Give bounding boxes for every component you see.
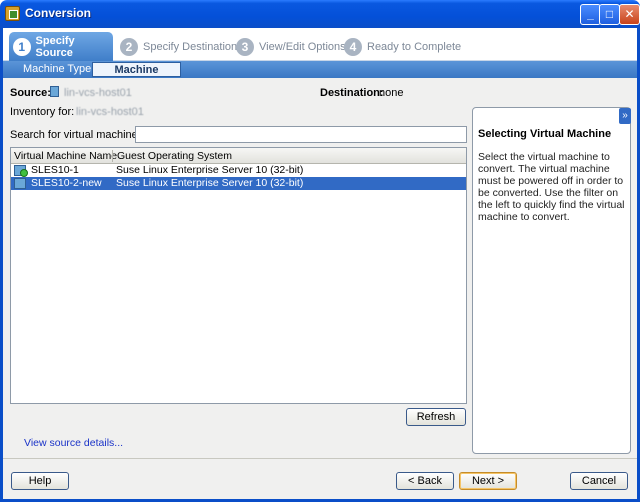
sub-steps: Machine Type Machine Name <box>3 61 637 90</box>
source-label: Source: <box>10 87 51 99</box>
subtab-machine-name[interactable]: Machine Name <box>92 62 181 90</box>
column-divider[interactable] <box>112 150 113 162</box>
inventory-value: lin-vcs-host01 <box>76 106 144 118</box>
vm-guest-os: Suse Linux Enterprise Server 10 (32-bit) <box>116 164 304 176</box>
cancel-button[interactable]: Cancel <box>570 472 628 490</box>
vm-powered-on-icon <box>14 165 28 177</box>
vm-guest-os: Suse Linux Enterprise Server 10 (32-bit) <box>116 177 304 189</box>
step-label: Specify Destination <box>143 40 238 53</box>
wizard-steps: 1 Specify Source 2 Specify Destination 3… <box>3 28 637 61</box>
destination-label: Destination: <box>320 87 384 99</box>
inventory-label: Inventory for: <box>10 106 75 118</box>
help-body: Select the virtual machine to convert. T… <box>478 151 625 223</box>
help-panel: » Selecting Virtual Machine Select the v… <box>472 107 631 454</box>
column-header-vm-name[interactable]: Virtual Machine Name <box>14 150 117 162</box>
column-header-guest-os[interactable]: Guest Operating System <box>117 150 232 162</box>
step-view-edit-options[interactable]: 3 View/Edit Options <box>236 32 346 61</box>
app-icon <box>5 6 20 21</box>
table-row[interactable]: SLES10-1 Suse Linux Enterprise Server 10… <box>11 164 466 177</box>
step-label: View/Edit Options <box>259 40 346 53</box>
subtab-machine-type[interactable]: Machine Type <box>15 62 99 77</box>
button-bar <box>3 459 637 499</box>
step-ready-to-complete[interactable]: 4 Ready to Complete <box>344 32 461 61</box>
step-label: Specify Source <box>35 34 75 59</box>
table-header: Virtual Machine Name Guest Operating Sys… <box>11 148 466 164</box>
step-number: 4 <box>344 37 362 56</box>
help-button[interactable]: Help <box>11 472 69 490</box>
vm-icon <box>14 178 26 189</box>
step-label: Ready to Complete <box>367 40 462 53</box>
next-button[interactable]: Next > <box>459 472 517 490</box>
window-title: Conversion <box>25 6 92 20</box>
step-number: 2 <box>120 37 138 56</box>
destination-value: none <box>379 87 404 99</box>
close-button[interactable]: ✕ <box>619 4 640 25</box>
maximize-button[interactable]: □ <box>599 4 620 25</box>
refresh-button[interactable]: Refresh <box>406 408 466 426</box>
vm-name: SLES10-1 <box>31 164 79 176</box>
table-row[interactable]: SLES10-2-new Suse Linux Enterprise Serve… <box>11 177 466 190</box>
search-input[interactable] <box>135 126 467 143</box>
help-title: Selecting Virtual Machine <box>478 128 612 140</box>
back-button[interactable]: < Back <box>396 472 454 490</box>
title-bar[interactable]: Conversion _ □ ✕ <box>0 0 640 28</box>
vm-table[interactable]: Virtual Machine Name Guest Operating Sys… <box>10 147 467 404</box>
minimize-button[interactable]: _ <box>580 4 601 25</box>
step-number: 1 <box>13 37 31 56</box>
step-number: 3 <box>236 37 254 56</box>
step-specify-source[interactable]: 1 Specify Source <box>9 32 113 61</box>
collapse-panel-icon[interactable]: » <box>619 108 631 124</box>
view-source-details-link[interactable]: View source details... <box>24 437 123 449</box>
step-specify-destination[interactable]: 2 Specify Destination <box>120 32 237 61</box>
vm-name: SLES10-2-new <box>31 177 102 189</box>
server-icon <box>50 86 59 97</box>
source-value: lin-vcs-host01 <box>64 87 132 99</box>
